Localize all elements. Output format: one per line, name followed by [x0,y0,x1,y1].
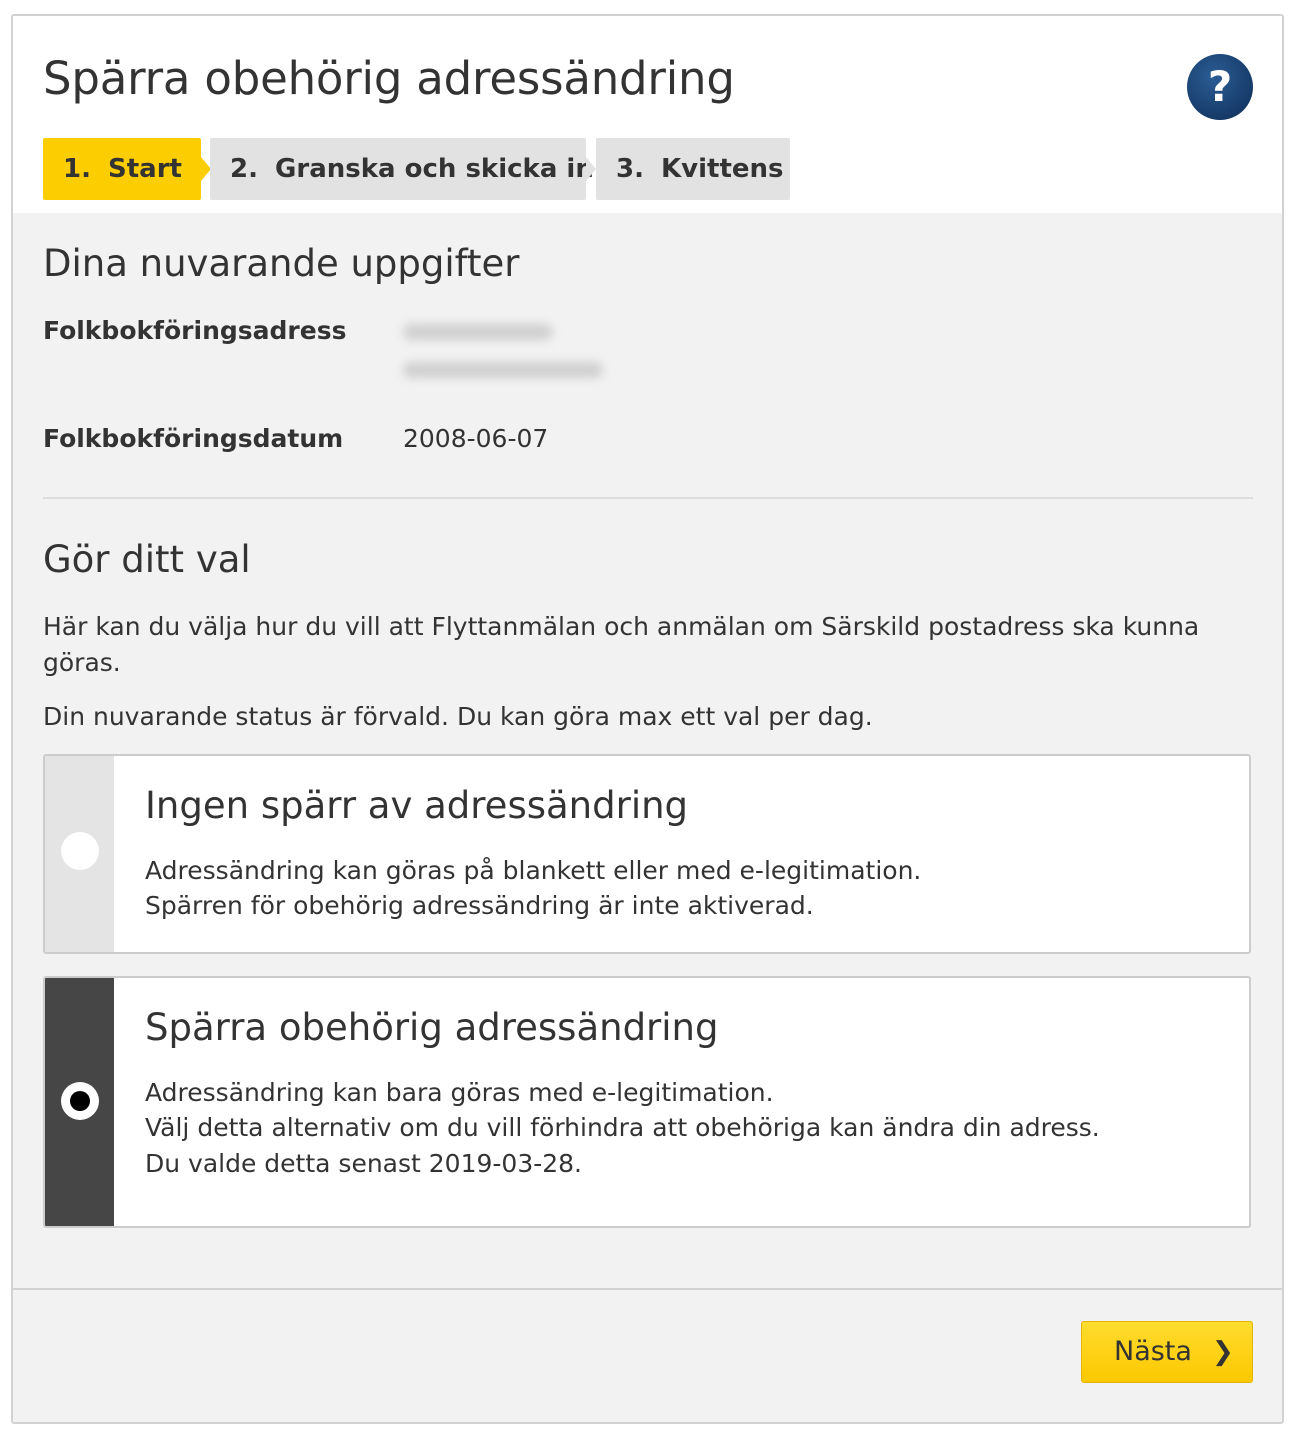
option-title: Spärra obehörig adressändring [145,1006,719,1049]
step-number: 3. [616,154,644,184]
section-divider [43,497,1253,499]
step-number: 1. [63,154,91,184]
radio-no-lock[interactable] [61,832,99,870]
option-description-line: Adressändring kan göras på blankett elle… [145,856,922,885]
panel-header: Spärra obehörig adressändring ? 1. Start… [13,16,1282,213]
option-description-line: Du valde detta senast 2019-03-28. [145,1149,582,1178]
current-info-heading: Dina nuvarande uppgifter [43,242,520,285]
option-description-line: Adressändring kan bara göras med e-legit… [145,1078,774,1107]
date-label: Folkbokföringsdatum [43,424,344,453]
page-title: Spärra obehörig adressändring [43,52,735,105]
choice-intro: Här kan du välja hur du vill att Flyttan… [43,612,1200,677]
step-receipt: 3. Kvittens [596,138,790,200]
option-description-line: Välj detta alternativ om du vill förhind… [145,1113,1100,1142]
redacted-line [403,362,603,378]
step-arrow [586,157,596,181]
radio-selected-dot [70,1091,90,1111]
address-lock-panel: Spärra obehörig adressändring ? 1. Start… [11,14,1284,1424]
redacted-line [403,324,553,340]
step-label: Kvittens [661,154,784,184]
chevron-right-icon: ❯ [1212,1337,1234,1367]
option-description-line: Spärren för obehörig adressändring är in… [145,891,814,920]
step-label: Granska och skicka in [275,154,594,184]
option-title: Ingen spärr av adressändring [145,784,689,827]
date-value: 2008-06-07 [403,424,549,453]
option-no-lock[interactable]: Ingen spärr av adressändring Adressändri… [43,754,1251,954]
status-note: Din nuvarande status är förvald. Du kan … [43,702,873,731]
help-icon[interactable]: ? [1187,54,1253,120]
radio-lock-selected[interactable] [61,1082,99,1120]
next-button[interactable]: Nästa ❯ [1081,1321,1253,1383]
step-number: 2. [230,154,258,184]
option-lock[interactable]: Spärra obehörig adressändring Adressändr… [43,976,1251,1228]
footer-divider [13,1288,1282,1290]
next-label: Nästa [1114,1336,1192,1367]
choice-heading: Gör ditt val [43,538,251,581]
step-review-submit: 2. Granska och skicka in [210,138,594,200]
step-start: 1. Start [43,138,201,200]
step-label: Start [108,154,182,184]
address-label: Folkbokföringsadress [43,316,347,345]
